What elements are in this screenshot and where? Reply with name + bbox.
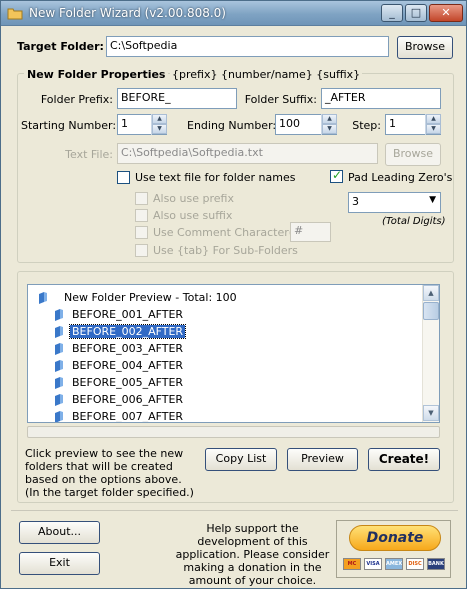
scroll-up-icon[interactable]: ▲	[423, 285, 439, 301]
title-bar[interactable]: New Folder Wizard (v2.00.808.0) _ □ ✕	[1, 1, 466, 26]
scroll-down-icon[interactable]: ▼	[423, 405, 439, 421]
main-window: New Folder Wizard (v2.00.808.0) _ □ ✕ Ta…	[0, 0, 467, 589]
spin-down-icon[interactable]: ▼	[426, 124, 441, 134]
scroll-thumb[interactable]	[423, 302, 439, 320]
also-suffix-label: Also use suffix	[153, 209, 233, 222]
folder-icon	[55, 411, 63, 422]
card-amex-icon: AMEX	[385, 558, 403, 570]
end-number-spinner[interactable]: ▲ ▼	[321, 114, 337, 135]
also-prefix-label: Also use prefix	[153, 192, 234, 205]
copy-list-button[interactable]: Copy List	[205, 448, 277, 471]
also-suffix-checkbox[interactable]	[135, 209, 148, 222]
donate-button[interactable]: Donate	[349, 525, 441, 551]
spin-up-icon[interactable]: ▲	[426, 114, 441, 124]
step-label: Step:	[352, 119, 381, 132]
preview-item-label: BEFORE_005_AFTER	[72, 376, 184, 389]
folder-icon	[55, 326, 63, 338]
support-text: Help support the development of this app…	[175, 522, 330, 587]
also-prefix-checkbox[interactable]	[135, 192, 148, 205]
preview-item-label: BEFORE_006_AFTER	[72, 393, 184, 406]
check-icon: ✓	[332, 168, 343, 182]
maximize-button[interactable]: □	[405, 4, 427, 22]
card-discover-icon: DISC	[406, 558, 424, 570]
pad-digits-value: 3	[352, 195, 359, 208]
textfile-label: Text File:	[65, 148, 113, 161]
prefix-label: Folder Prefix:	[40, 93, 113, 106]
app-icon	[7, 8, 23, 20]
preview-item-label: BEFORE_002_AFTER	[68, 324, 187, 339]
create-button[interactable]: Create!	[368, 448, 440, 471]
target-folder-label: Target Folder:	[17, 40, 104, 53]
preview-hint: Click preview to see the new folders tha…	[25, 447, 194, 499]
separator	[11, 510, 458, 511]
folder-icon	[39, 292, 47, 304]
preview-item-label: BEFORE_007_AFTER	[72, 410, 184, 423]
end-number-label: Ending Number:	[187, 119, 277, 132]
card-bank-icon: BANK	[427, 558, 445, 570]
spin-up-icon[interactable]: ▲	[152, 114, 167, 124]
about-button[interactable]: About...	[19, 521, 100, 544]
folder-icon	[55, 394, 63, 406]
use-textfile-checkbox[interactable]	[117, 171, 130, 184]
prefix-input[interactable]: BEFORE_	[117, 88, 237, 109]
start-number-label: Starting Number:	[21, 119, 117, 132]
donate-panel[interactable]: Donate MC VISA AMEX DISC BANK	[336, 520, 451, 578]
folder-icon	[55, 377, 63, 389]
spin-down-icon[interactable]: ▼	[322, 124, 337, 134]
comment-label: Use Comment Character(s):	[153, 226, 307, 239]
progress-bar	[27, 426, 440, 438]
close-button[interactable]: ✕	[429, 4, 463, 22]
window-title: New Folder Wizard (v2.00.808.0)	[29, 6, 226, 20]
textfile-browse-button[interactable]: Browse	[385, 143, 441, 166]
spin-up-icon[interactable]: ▲	[322, 114, 337, 124]
folder-icon	[55, 360, 63, 372]
folder-icon	[55, 309, 63, 321]
pad-zeros-checkbox[interactable]: ✓	[330, 168, 343, 183]
preview-item-label: BEFORE_004_AFTER	[72, 359, 184, 372]
preview-scrollbar[interactable]: ▲ ▼	[422, 285, 439, 422]
preview-button[interactable]: Preview	[287, 448, 358, 471]
card-mastercard-icon: MC	[343, 558, 361, 570]
suffix-input[interactable]: _AFTER	[321, 88, 441, 109]
exit-button[interactable]: Exit	[19, 552, 100, 575]
pad-zeros-label: Pad Leading Zero's	[348, 171, 453, 184]
folder-icon	[55, 343, 63, 355]
tab-subfolders-label: Use {tab} For Sub-Folders	[153, 244, 298, 257]
target-browse-button[interactable]: Browse	[397, 36, 453, 59]
comment-input[interactable]: #	[290, 222, 331, 242]
step-spinner[interactable]: ▲ ▼	[425, 114, 441, 135]
target-folder-input[interactable]: C:\Softpedia	[106, 36, 389, 57]
preview-tree[interactable]: New Folder Preview - Total: 100 BEFORE_0…	[27, 284, 440, 423]
pattern-label: {prefix} {number/name} {suffix}	[170, 68, 363, 81]
pad-digits-hint: (Total Digits)	[382, 216, 446, 227]
preview-item-label: BEFORE_003_AFTER	[72, 342, 184, 355]
suffix-label: Folder Suffix:	[244, 93, 317, 106]
spin-down-icon[interactable]: ▼	[152, 124, 167, 134]
minimize-button[interactable]: _	[381, 4, 403, 22]
start-number-spinner[interactable]: ▲ ▼	[151, 114, 167, 135]
tab-subfolders-checkbox[interactable]	[135, 244, 148, 257]
textfile-input[interactable]: C:\Softpedia\Softpedia.txt	[117, 143, 378, 164]
preview-item-label: BEFORE_001_AFTER	[72, 308, 184, 321]
comment-checkbox[interactable]	[135, 226, 148, 239]
properties-heading: New Folder Properties	[24, 68, 169, 81]
card-visa-icon: VISA	[364, 558, 382, 570]
preview-root-label: New Folder Preview - Total: 100	[64, 291, 237, 304]
use-textfile-label: Use text file for folder names	[135, 171, 296, 184]
pad-digits-select[interactable]: 3 ▼	[348, 192, 441, 213]
dropdown-arrow-icon: ▼	[429, 195, 436, 205]
